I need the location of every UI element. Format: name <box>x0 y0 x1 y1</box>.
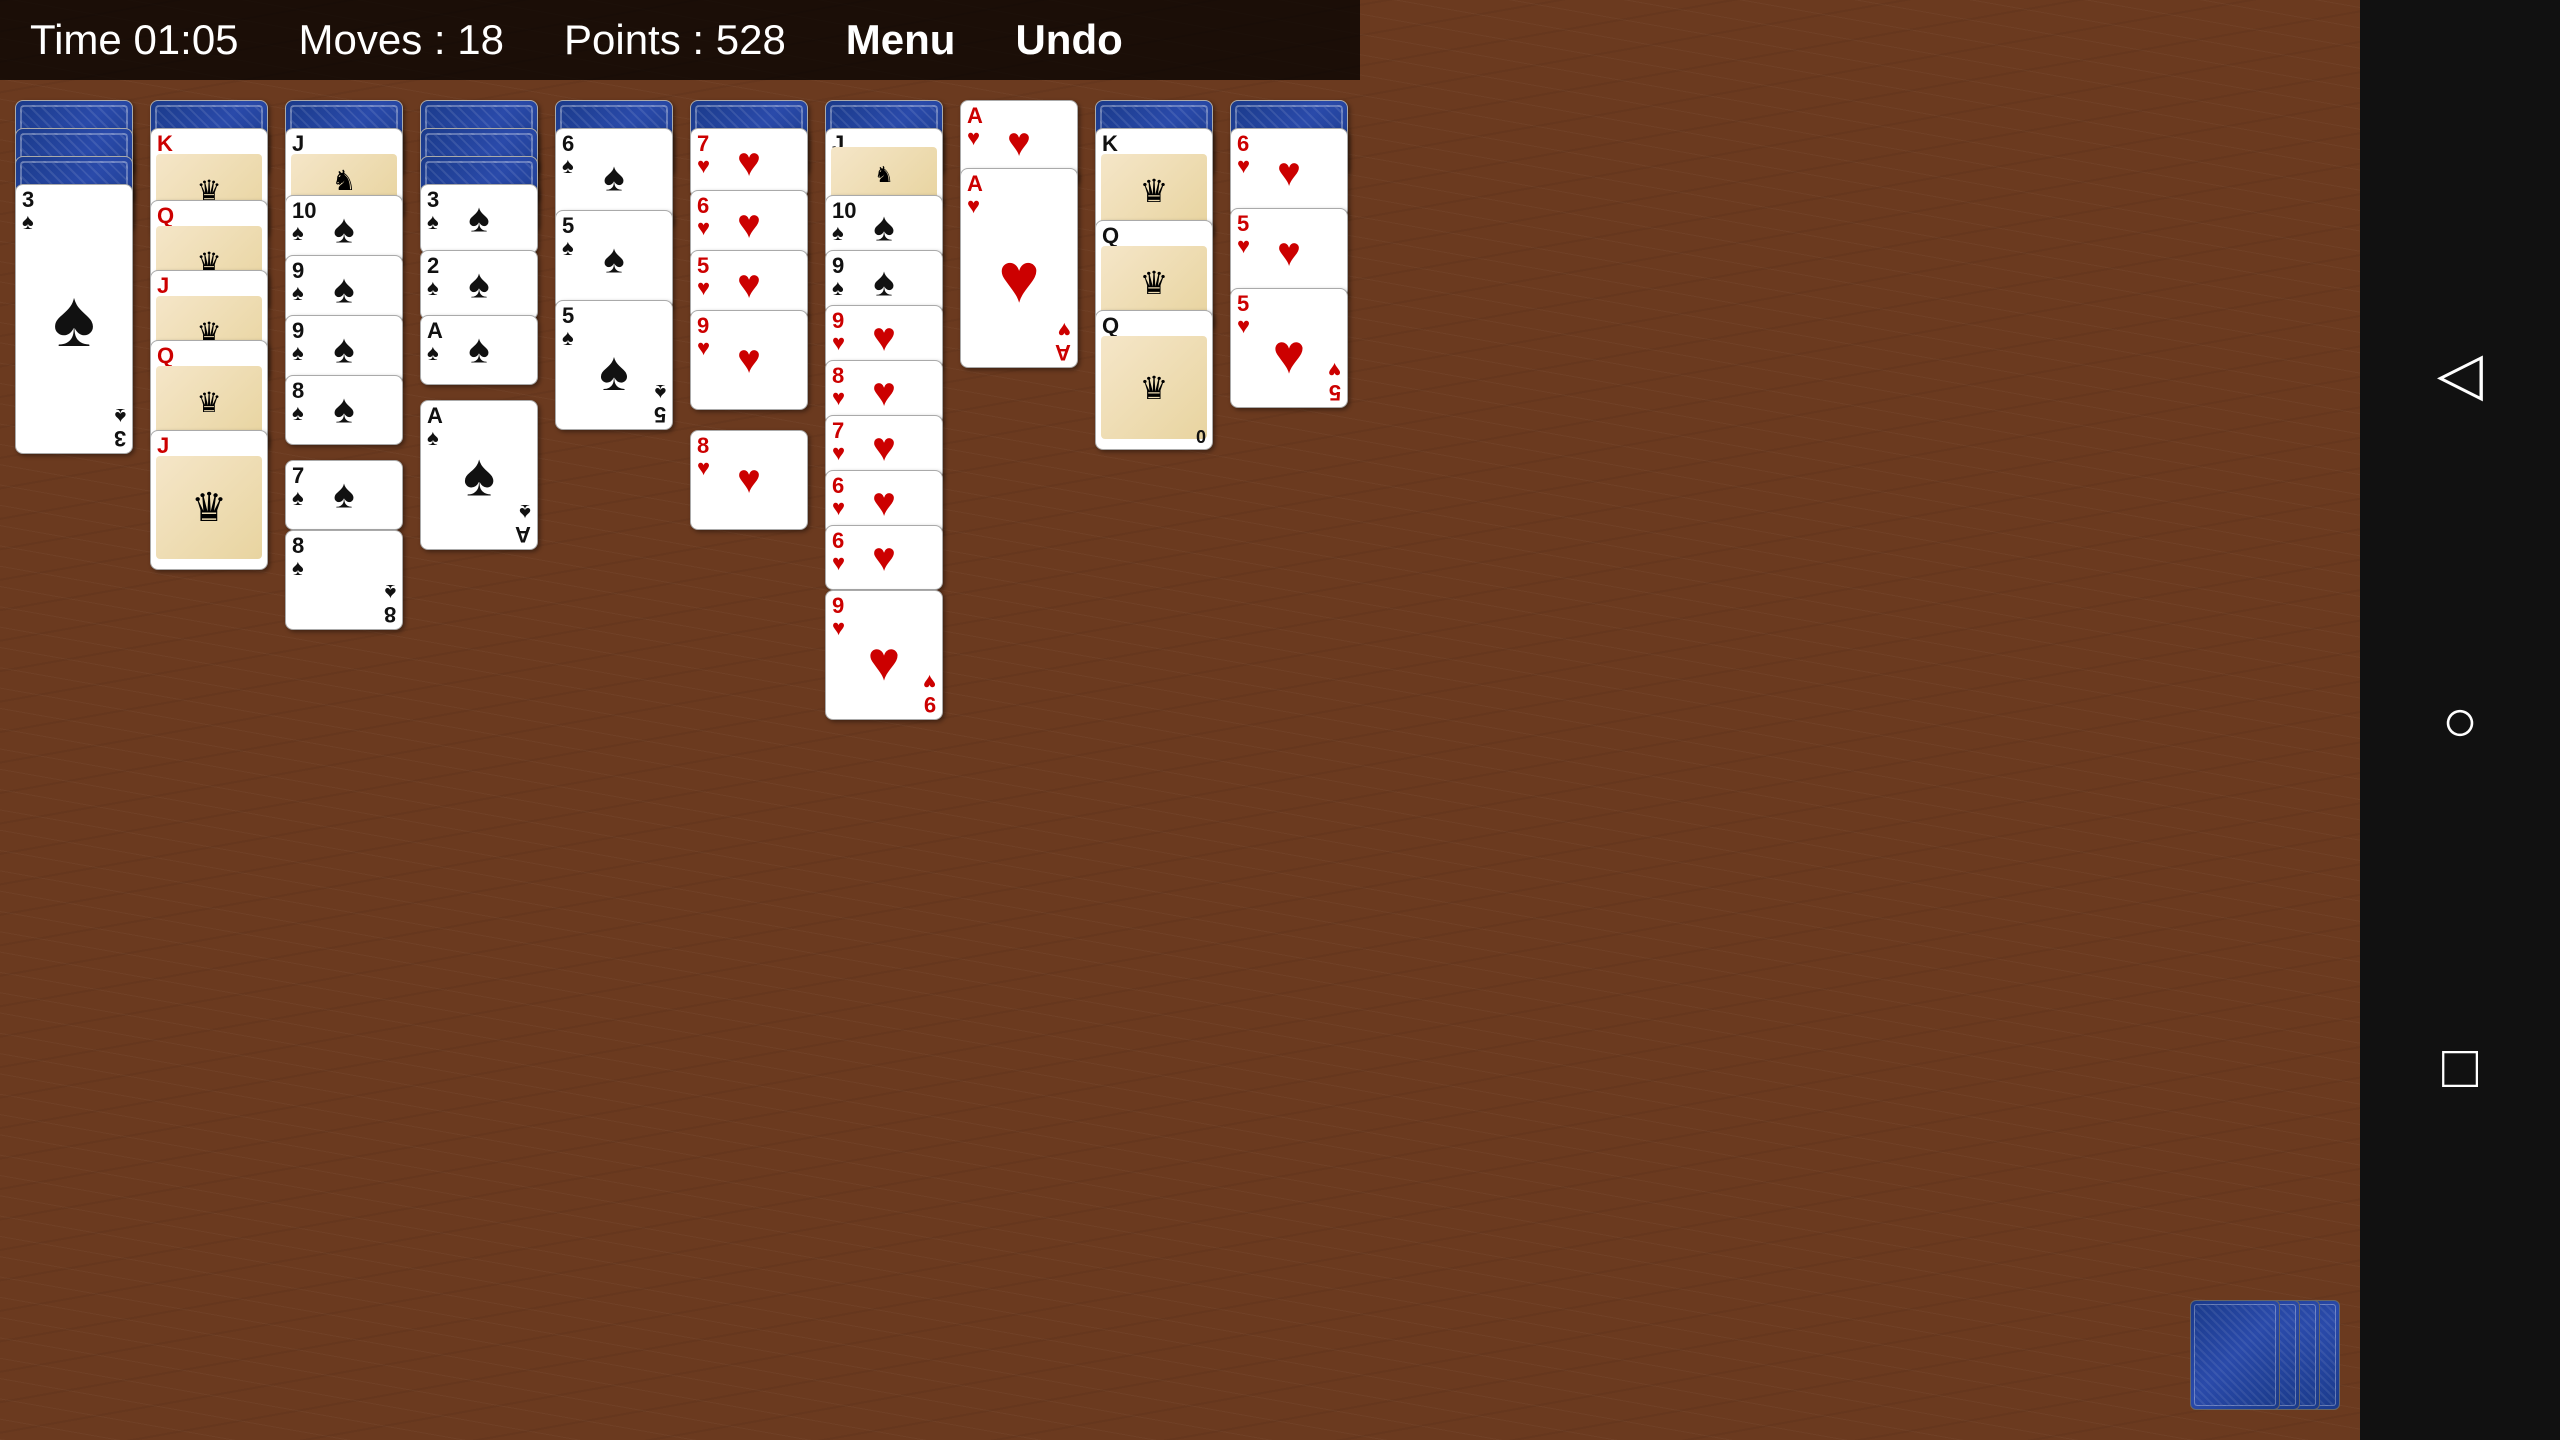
stock-card-4 <box>2190 1300 2280 1410</box>
card-3-spades[interactable]: 3♠ ♠ 3♠ <box>15 184 133 454</box>
card-7-spades[interactable]: 7♠ ♠ <box>285 460 403 530</box>
card-5-hearts-col10-2[interactable]: 5♥ ♥ 5♥ <box>1230 288 1348 408</box>
card-5-hearts-col10[interactable]: 5♥ ♥ <box>1230 208 1348 298</box>
points-display: Points : 528 <box>564 16 786 64</box>
stock-pile[interactable] <box>2180 1300 2340 1410</box>
card-8-spades-2[interactable]: 8♠ 8♠ <box>285 530 403 630</box>
card-ace-spades[interactable]: A♠ ♠ <box>420 315 538 385</box>
card-9-hearts[interactable]: 9♥ ♥ <box>690 310 808 410</box>
moves-display: Moves : 18 <box>299 16 504 64</box>
android-nav-bar: ◁ ○ □ <box>2360 0 2560 1440</box>
card-ace-spades-2[interactable]: A♠ ♠ A♠ <box>420 400 538 550</box>
timer-display: Time 01:05 <box>30 16 239 64</box>
card-3-spades-2[interactable]: 3♠ ♠ <box>420 184 538 254</box>
card-jack-hearts-2[interactable]: J♥ ♛ <box>150 430 268 570</box>
game-header: Time 01:05 Moves : 18 Points : 528 Menu … <box>0 0 1360 80</box>
card-6-hearts-col10[interactable]: 6♥ ♥ <box>1230 128 1348 218</box>
menu-button[interactable]: Menu <box>846 16 956 64</box>
game-area: 3♠ ♠ 3♠ K♥ ♛ Q♥ ♛ J♥ ♛ Q♥ ♛ J♥ ♛ <box>0 80 1360 1440</box>
back-icon[interactable]: ◁ <box>2437 339 2483 409</box>
card-2-spades[interactable]: 2♠ ♠ <box>420 250 538 320</box>
card-7-hearts[interactable]: 7♥ ♥ <box>690 128 808 198</box>
card-queen-spades-2[interactable]: Q♠ ♛ 0 <box>1095 310 1213 450</box>
card-5-spades-2[interactable]: 5♠ ♠ 5♠ <box>555 300 673 430</box>
card-6-hearts-col7-2[interactable]: 6♥ ♥ <box>825 525 943 590</box>
card-5-spades[interactable]: 5♠ ♠ <box>555 210 673 310</box>
undo-button[interactable]: Undo <box>1015 16 1122 64</box>
card-8-hearts[interactable]: 8♥ ♥ <box>690 430 808 530</box>
recents-icon[interactable]: □ <box>2442 1032 2478 1101</box>
card-8-spades[interactable]: 8♠ ♠ <box>285 375 403 445</box>
card-ace-hearts-2[interactable]: A♥ ♥ A♥ <box>960 168 1078 368</box>
home-icon[interactable]: ○ <box>2442 686 2478 755</box>
card-9-hearts-col7-2[interactable]: 9♥ ♥ 9♥ <box>825 590 943 720</box>
